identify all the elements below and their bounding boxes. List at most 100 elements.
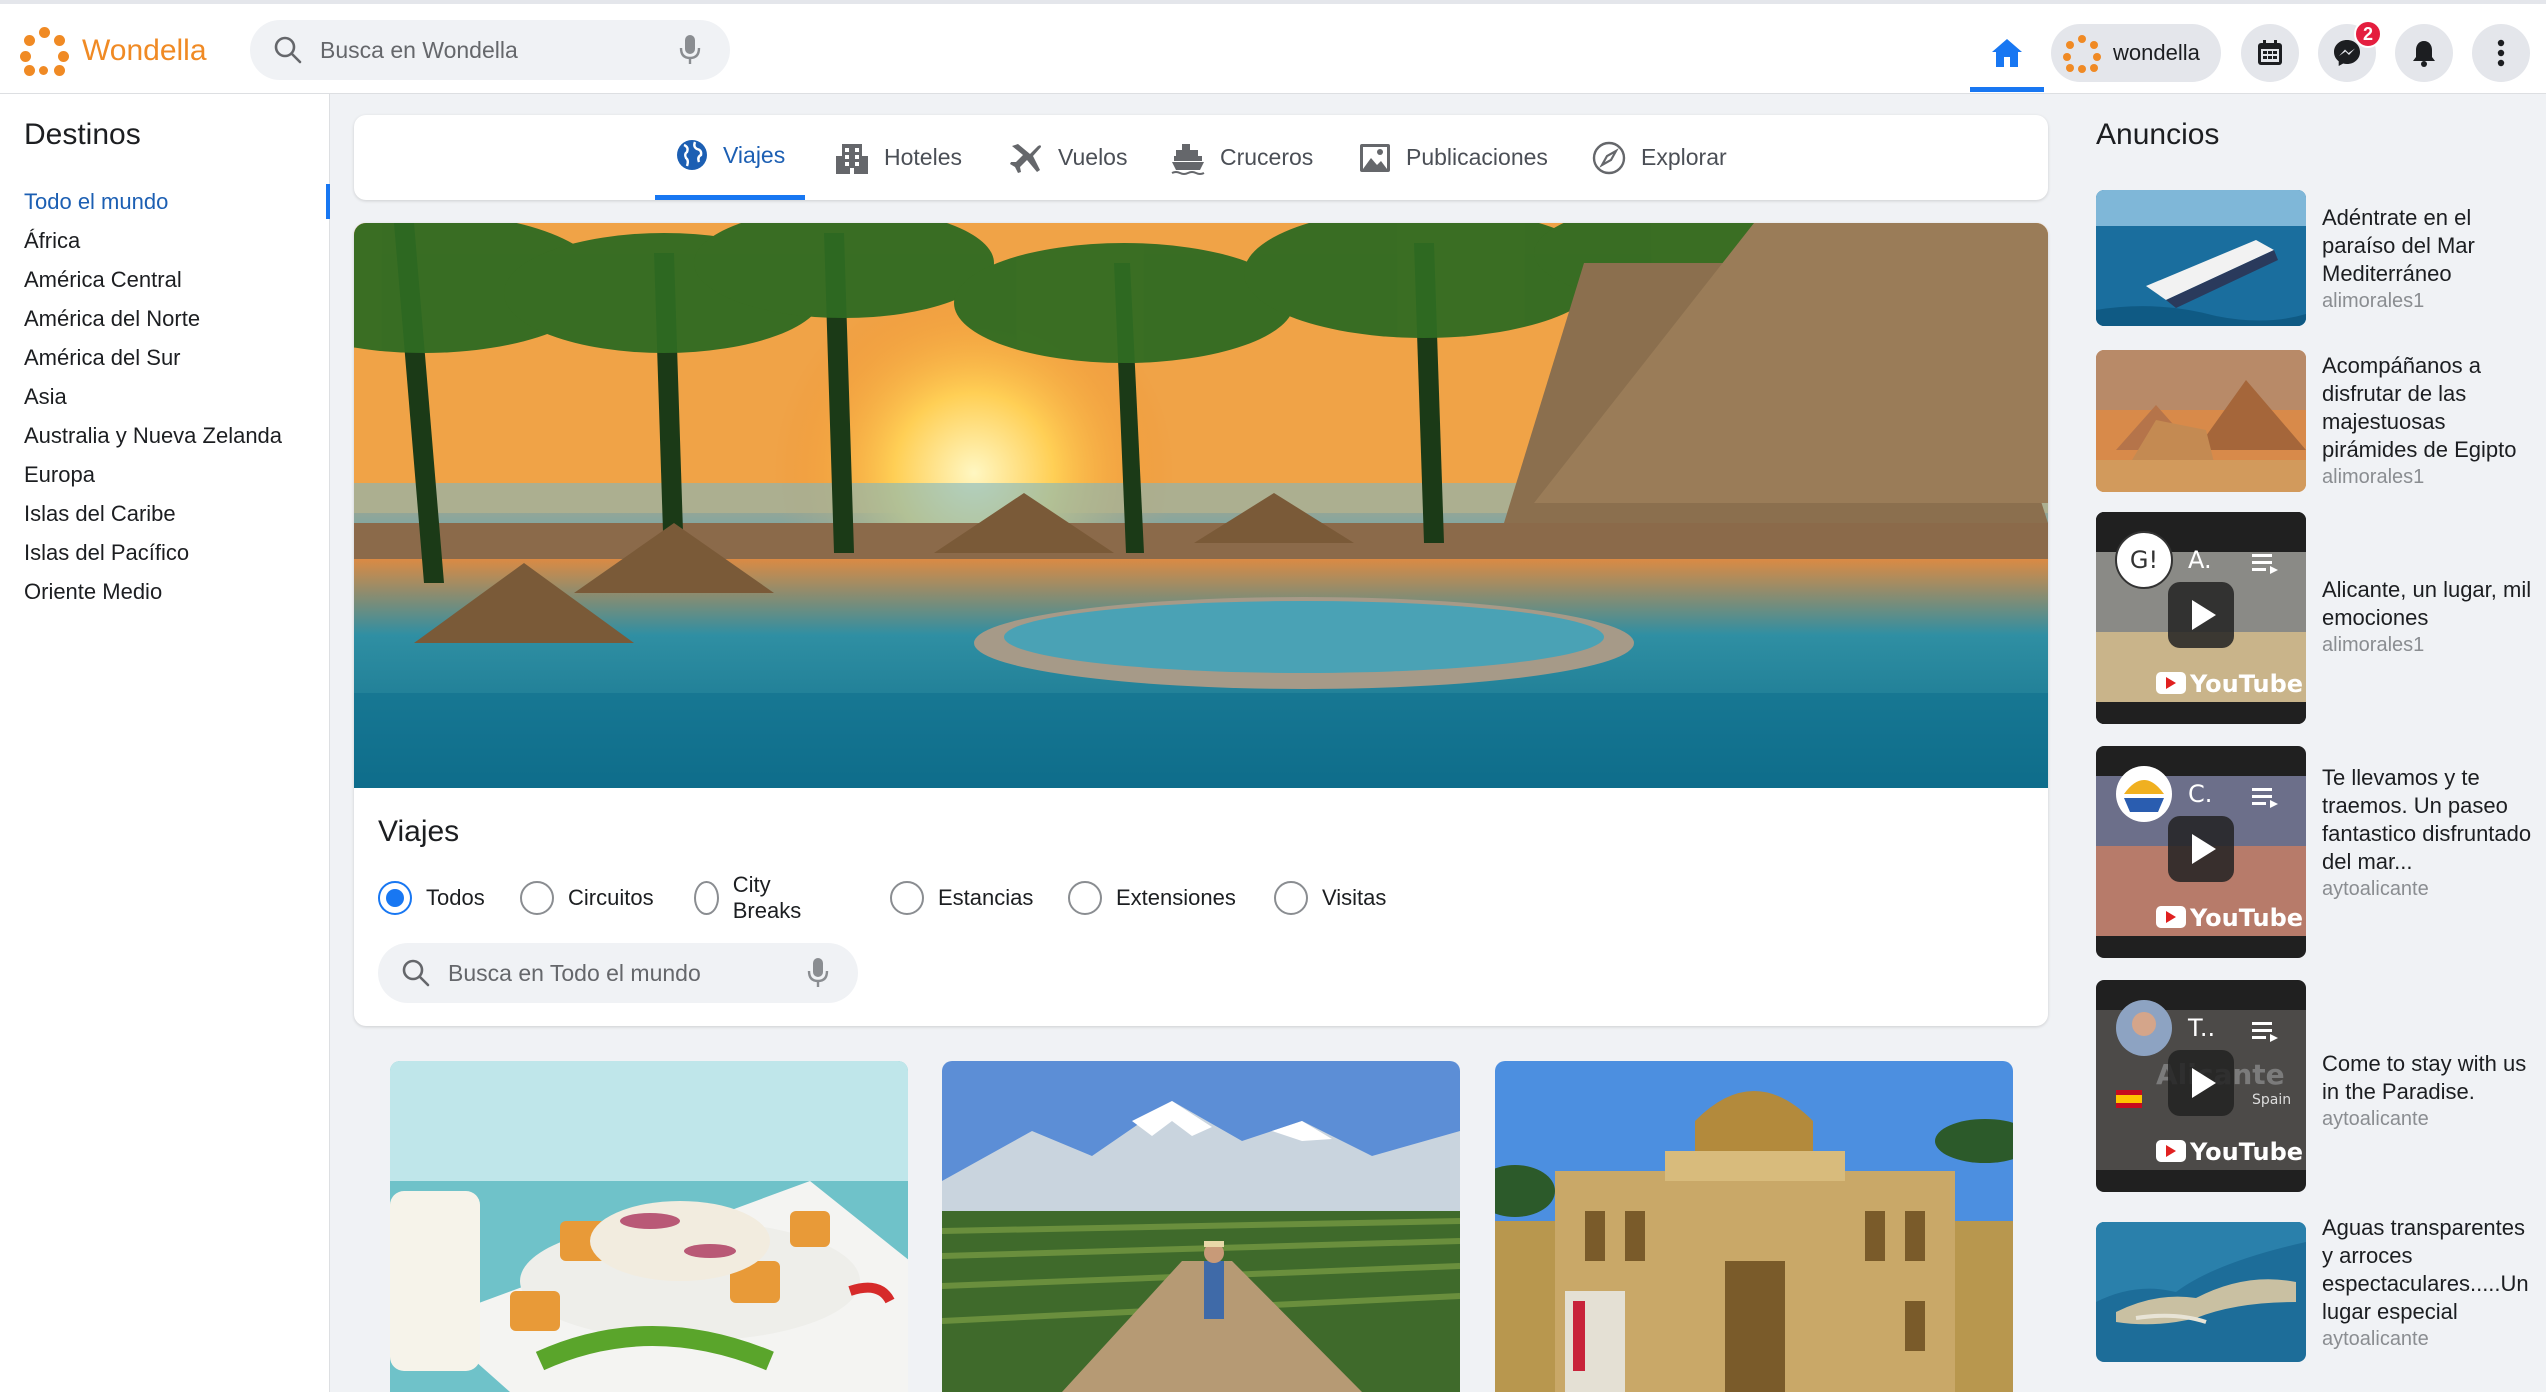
filter-todos-label: Todos (426, 885, 485, 910)
ship-icon (1171, 143, 1205, 175)
more-options-button[interactable] (2472, 24, 2530, 82)
ad-image-cruise (2096, 190, 2306, 326)
video-title-short: C. (2188, 780, 2212, 808)
tab-publicaciones[interactable]: Publicaciones (1358, 115, 1548, 200)
ad-item-boat-video[interactable]: C. YouTube Te llevamos y te traemos. Un … (2096, 746, 2536, 958)
profile-name: wondella (2113, 40, 2200, 65)
sidebar-item-oriente-medio[interactable]: Oriente Medio (0, 572, 330, 611)
profile-avatar-icon (2063, 34, 2101, 73)
filter-circuitos[interactable]: Circuitos (520, 878, 654, 918)
video-overlay-subtext: Spain (2252, 1092, 2291, 1108)
ad-item-pyramids[interactable]: Acompáñanos a disfrutar de las majestuos… (2096, 350, 2536, 492)
wondella-logo[interactable]: Wondella (20, 26, 207, 76)
microphone-icon[interactable] (804, 956, 832, 990)
sidebar-item-africa[interactable]: África (0, 221, 330, 260)
ad-author[interactable]: aytoalicante (2322, 878, 2536, 901)
search-icon (274, 36, 302, 64)
tab-explorar[interactable]: Explorar (1591, 115, 1727, 200)
sidebar-item-america-del-norte[interactable]: América del Norte (0, 299, 330, 338)
ad-title: Come to stay with us in the Paradise. (2322, 1051, 2527, 1104)
filter-extensiones[interactable]: Extensiones (1068, 878, 1236, 918)
hero-image-tropical-resort (354, 223, 2048, 788)
sidebar-item-america-central[interactable]: América Central (0, 260, 330, 299)
radio-extensiones[interactable] (1068, 881, 1102, 915)
radio-visitas[interactable] (1274, 881, 1308, 915)
page-scrollbar[interactable] (2538, 94, 2546, 1392)
ad-video-thumbnail[interactable]: G! A. YouTube (2096, 512, 2306, 724)
destination-card-palace[interactable] (1495, 1061, 2013, 1392)
ad-image-coast (2096, 1222, 2306, 1362)
radio-circuitos[interactable] (520, 881, 554, 915)
ad-video-thumbnail[interactable]: C. YouTube (2096, 746, 2306, 958)
notifications-button[interactable] (2395, 24, 2453, 82)
destination-search-input[interactable] (448, 959, 804, 987)
logo-text: Wondella (82, 34, 207, 67)
ad-author[interactable]: alimorales1 (2322, 634, 2536, 657)
ad-author[interactable]: aytoalicante (2322, 1328, 2536, 1351)
destinations-list: Todo el mundo África América Central Amé… (0, 182, 330, 611)
radio-city-breaks[interactable] (694, 881, 719, 915)
home-tab[interactable] (1970, 18, 2044, 92)
ceviche-image (390, 1061, 908, 1392)
tab-viajes-label: Viajes (723, 141, 786, 168)
plane-icon (1010, 143, 1041, 173)
hero-illustration (354, 223, 2048, 788)
ads-title: Anuncios (2096, 118, 2220, 151)
ad-item-cruise[interactable]: Adéntrate en el paraíso del Mar Mediterr… (2096, 190, 2536, 326)
hotel-icon (836, 143, 868, 174)
calendar-icon (2258, 40, 2282, 65)
filter-city-breaks[interactable]: City Breaks (694, 872, 810, 923)
filter-visitas-label: Visitas (1322, 885, 1387, 910)
ad-author[interactable]: alimorales1 (2322, 466, 2536, 489)
radio-todos[interactable] (378, 881, 412, 915)
global-search[interactable] (250, 20, 730, 80)
tab-vuelos[interactable]: Vuelos (1008, 115, 1127, 200)
video-title-short: T.. (2187, 1014, 2215, 1042)
filter-todos[interactable]: Todos (378, 878, 485, 918)
filter-estancias-label: Estancias (938, 885, 1034, 910)
ad-title: Adéntrate en el paraíso del Mar Mediterr… (2322, 205, 2475, 286)
filter-visitas[interactable]: Visitas (1274, 878, 1386, 918)
destination-search[interactable] (378, 943, 858, 1003)
sidebar-item-asia[interactable]: Asia (0, 377, 330, 416)
logo-mark-icon (20, 26, 70, 76)
vineyard-mountain-image (942, 1061, 1460, 1392)
ads-sidebar: Anuncios Adéntrate en el paraíso del Mar… (2072, 94, 2546, 1392)
palace-image (1495, 1061, 2013, 1392)
ad-text-coast: Aguas transparentes y arroces espectacul… (2322, 1214, 2536, 1351)
destination-card-vineyard[interactable] (942, 1061, 1460, 1392)
sidebar-item-islas-del-caribe[interactable]: Islas del Caribe (0, 494, 330, 533)
sidebar-item-islas-del-pacifico[interactable]: Islas del Pacífico (0, 533, 330, 572)
global-search-input[interactable] (320, 36, 676, 64)
ad-video-thumbnail[interactable]: T.. Alicante Spain YouTube (2096, 980, 2306, 1192)
ad-item-alicante-video[interactable]: G! A. YouTube Alicante, un lugar, mil em… (2096, 512, 2536, 724)
tab-cruceros[interactable]: Cruceros (1170, 115, 1313, 200)
profile-button[interactable]: wondella (2051, 24, 2221, 82)
youtube-label: YouTube (2189, 904, 2303, 932)
ad-author[interactable]: aytoalicante (2322, 1108, 2536, 1131)
section-title: Viajes (378, 815, 460, 848)
ad-author[interactable]: alimorales1 (2322, 290, 2536, 313)
radio-estancias[interactable] (890, 881, 924, 915)
filter-estancias[interactable]: Estancias (890, 878, 1033, 918)
sidebar-item-todo-el-mundo[interactable]: Todo el mundo (0, 182, 330, 221)
sidebar-item-australia[interactable]: Australia y Nueva Zelanda (0, 416, 330, 455)
image-icon (1360, 143, 1390, 172)
search-icon (402, 959, 430, 987)
ad-title: Aguas transparentes y arroces espectacul… (2322, 1215, 2529, 1324)
youtube-label: YouTube (2189, 670, 2303, 698)
microphone-icon[interactable] (676, 33, 704, 67)
destination-card-ceviche[interactable] (390, 1061, 908, 1392)
sidebar-item-europa[interactable]: Europa (0, 455, 330, 494)
svg-text:G!: G! (2130, 546, 2158, 574)
messenger-button[interactable]: 2 (2318, 20, 2382, 82)
ad-item-paradise-video[interactable]: T.. Alicante Spain YouTube Come to stay … (2096, 980, 2536, 1192)
more-vertical-icon (2497, 39, 2505, 67)
ad-text-paradise: Come to stay with us in the Paradise. ay… (2322, 1050, 2536, 1131)
sidebar-item-america-del-sur[interactable]: América del Sur (0, 338, 330, 377)
tab-hoteles[interactable]: Hoteles (834, 115, 962, 200)
calendar-button[interactable] (2241, 24, 2299, 82)
ad-item-coast[interactable]: Aguas transparentes y arroces espectacul… (2096, 1214, 2536, 1390)
tab-viajes[interactable]: Viajes (655, 115, 806, 200)
ad-title: Alicante, un lugar, mil emociones (2322, 577, 2532, 630)
